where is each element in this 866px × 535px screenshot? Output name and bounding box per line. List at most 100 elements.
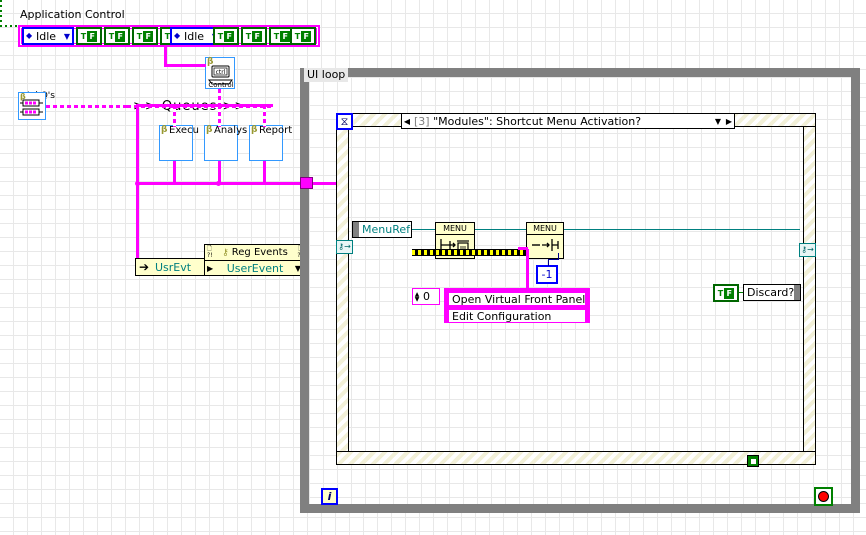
wire-queues-left xyxy=(46,105,132,108)
wire-error-bundle xyxy=(412,249,526,256)
beta-icon: β xyxy=(206,125,213,135)
beta-icon: β xyxy=(251,125,258,135)
analysis-vi-label: Analys xyxy=(214,125,248,136)
wire-control-in-v xyxy=(164,47,167,65)
wire-node2-to-tunnel xyxy=(564,229,800,230)
boolean-indicator-3[interactable]: T F xyxy=(132,27,158,45)
next-case-arrow-icon[interactable]: ▶ xyxy=(724,117,734,126)
bool-false-glyph: F xyxy=(724,287,735,299)
bool-false-glyph: F xyxy=(87,30,98,42)
wire-analysis-down xyxy=(218,161,221,183)
event-data-node-left[interactable]: ⚷→ xyxy=(336,240,353,254)
menu-items-array-constant[interactable]: Open Virtual Front Panel Edit Configurat… xyxy=(444,288,590,323)
bool-true-glyph: T xyxy=(717,288,724,298)
loop-conditional-terminal[interactable] xyxy=(747,455,759,467)
boolean-indicator-8[interactable]: T F xyxy=(290,27,316,45)
wire-to-usrevt-v xyxy=(136,182,139,266)
wire-junction xyxy=(216,181,221,186)
wire-neg-one xyxy=(548,259,549,266)
bool-false-glyph: F xyxy=(280,30,291,42)
wire-report-down xyxy=(263,161,266,183)
wire-control-in-h xyxy=(164,64,206,67)
arrow-right-icon: ➔ xyxy=(138,260,150,274)
bool-true-glyph: T xyxy=(136,31,143,41)
beta-icon: β xyxy=(161,125,168,135)
prev-case-arrow-icon[interactable]: ◀ xyxy=(402,117,412,126)
event-structure-right-border xyxy=(803,113,816,465)
report-vi[interactable]: β Report xyxy=(249,125,292,161)
analysis-vi[interactable]: β Analys xyxy=(204,125,247,161)
event-data-icon: ⚷→ xyxy=(338,242,351,251)
event-data-icon: ⚷→ xyxy=(801,245,814,254)
queue-icon xyxy=(20,99,43,116)
execute-vi-label: Execu xyxy=(169,125,199,136)
wire-menu-items-h xyxy=(518,247,528,250)
key-icon: ⚷ xyxy=(222,247,229,258)
event-timeout-terminal[interactable]: ⧖ xyxy=(336,113,353,130)
discard-label: Discard? xyxy=(747,286,795,299)
wire-stop-v xyxy=(0,0,2,25)
register-events-node[interactable]: 🗋 ?! ⚷ Reg Events 🗋 ?! ▶ UserEvent ▼ xyxy=(204,244,306,276)
menu-ref-terminal[interactable]: MenuRef xyxy=(352,221,412,238)
event-structure-bottom-border xyxy=(336,451,816,465)
negative-one-value: -1 xyxy=(541,268,553,281)
chevron-down-icon[interactable]: ▼ xyxy=(715,117,724,126)
execute-vi[interactable]: β Execu xyxy=(159,125,199,161)
wire-menuref-to-node1 xyxy=(412,229,435,230)
loop-tunnel-left-queues[interactable] xyxy=(300,177,313,189)
wire-execute-down xyxy=(173,161,176,183)
state-enum-1[interactable]: ◆ Idle ▼ xyxy=(22,27,74,45)
enum-spin-icon: ◆ xyxy=(174,31,181,40)
bool-true-glyph: T xyxy=(273,31,280,41)
event-case-index: [3] xyxy=(414,114,430,128)
bool-true-glyph: T xyxy=(294,31,301,41)
boolean-indicator-2[interactable]: T F xyxy=(104,27,130,45)
user-event-terminal[interactable]: ➔ UsrEvt xyxy=(135,258,207,276)
block-diagram-canvas[interactable]: Application Control ◆ Idle ▼ T F T F T F… xyxy=(0,0,866,535)
register-events-item-row[interactable]: ▶ UserEvent ▼ xyxy=(205,260,305,276)
event-case-selector[interactable]: ◀ [3] "Modules": Shortcut Menu Activatio… xyxy=(401,113,735,129)
menu-item-0[interactable]: Open Virtual Front Panel xyxy=(448,292,586,306)
bool-true-glyph: T xyxy=(217,31,224,41)
iteration-glyph: i xyxy=(327,490,332,503)
svg-text:ctrl: ctrl xyxy=(216,69,226,76)
ui-loop-label: UI loop xyxy=(304,68,349,82)
bool-true-glyph: T xyxy=(80,31,87,41)
boolean-indicator-5[interactable]: T F xyxy=(213,27,239,45)
index-constant[interactable]: ▲ ▼ 0 xyxy=(412,288,440,305)
boolean-indicator-1[interactable]: T F xyxy=(76,27,102,45)
discard-boolean-constant[interactable]: T F xyxy=(713,284,739,302)
wire-node1-to-node2 xyxy=(475,229,526,230)
wire-to-report xyxy=(263,105,266,127)
menu-item-1[interactable]: Edit Configuration xyxy=(448,309,586,323)
hourglass-icon: ⧖ xyxy=(340,115,349,128)
enum-spin-icon: ◆ xyxy=(26,31,33,40)
loop-iteration-terminal[interactable]: i xyxy=(321,488,338,505)
application-control-title: Application Control xyxy=(20,8,125,21)
index-constant-value: 0 xyxy=(423,290,430,303)
wire-control-out xyxy=(218,89,221,105)
bool-false-glyph: F xyxy=(301,30,312,42)
bool-false-glyph: F xyxy=(143,30,154,42)
refnum-icon: ?! xyxy=(207,252,213,259)
wire-left-trunk xyxy=(136,104,139,183)
register-events-header: 🗋 ?! ⚷ Reg Events 🗋 ?! xyxy=(205,245,305,260)
event-data-node-right[interactable]: ⚷→ xyxy=(799,243,816,257)
bool-false-glyph: F xyxy=(252,30,263,42)
init-queues-vi[interactable]: β xyxy=(18,92,46,120)
stop-button-terminal[interactable] xyxy=(814,487,833,506)
event-case-label: [3] "Modules": Shortcut Menu Activation? xyxy=(412,115,715,128)
boolean-indicator-6[interactable]: T F xyxy=(241,27,267,45)
stop-glyph-icon xyxy=(750,458,756,464)
control-vi[interactable]: β ctrl Control xyxy=(205,57,235,89)
wire-queues-top-bus xyxy=(136,104,273,107)
wire-to-execute xyxy=(173,105,176,127)
chevron-down-icon: ▼ xyxy=(63,31,70,41)
control-vi-label: Control xyxy=(208,81,234,89)
terminal-bar-icon xyxy=(794,285,800,300)
bool-true-glyph: T xyxy=(245,31,252,41)
wire-neg-one-h xyxy=(548,259,558,260)
spinner-icon[interactable]: ▲ ▼ xyxy=(413,289,421,304)
discard-terminal[interactable]: Discard? xyxy=(743,284,801,301)
negative-one-constant[interactable]: -1 xyxy=(536,265,558,284)
